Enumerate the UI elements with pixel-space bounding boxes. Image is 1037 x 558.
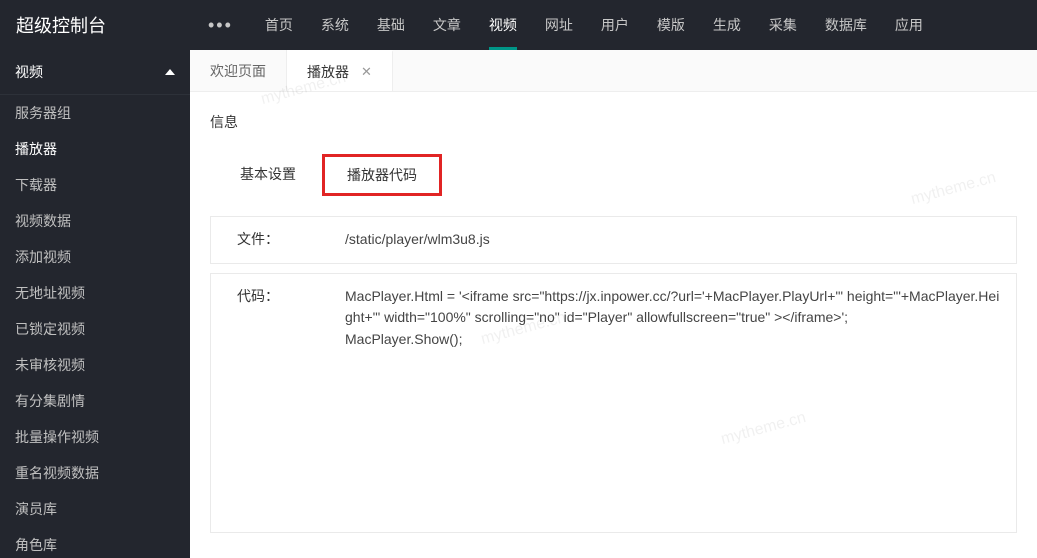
- content: 信息 基本设置 播放器代码 文件： /static/player/wlm3u8.…: [190, 92, 1037, 558]
- sidebar-item-7[interactable]: 未审核视频: [0, 347, 190, 383]
- sidebar-item-6[interactable]: 已锁定视频: [0, 311, 190, 347]
- file-value[interactable]: /static/player/wlm3u8.js: [331, 217, 1016, 263]
- content-tabs: 欢迎页面 播放器 ✕: [190, 50, 1037, 92]
- tab-basic-settings[interactable]: 基本设置: [224, 154, 312, 196]
- main: 欢迎页面 播放器 ✕ 信息 基本设置 播放器代码 文件： /static/playe…: [190, 50, 1037, 558]
- sidebar-group-label: 视频: [15, 62, 43, 82]
- sidebar-group-video[interactable]: 视频: [0, 50, 190, 95]
- sidebar-item-12[interactable]: 角色库: [0, 527, 190, 558]
- top-menu-item-2[interactable]: 基础: [363, 0, 419, 50]
- top-menu: 首页系统基础文章视频网址用户模版生成采集数据库应用: [251, 0, 937, 50]
- inner-tabs: 基本设置 播放器代码: [210, 154, 1017, 196]
- top-menu-item-3[interactable]: 文章: [419, 0, 475, 50]
- content-tab-label: 播放器: [307, 62, 349, 82]
- file-label: 文件：: [211, 217, 331, 263]
- sidebar-item-3[interactable]: 视频数据: [0, 203, 190, 239]
- top-menu-item-4[interactable]: 视频: [475, 0, 531, 50]
- code-row: 代码： MacPlayer.Html = '<iframe src="https…: [210, 273, 1017, 533]
- sidebar-item-1[interactable]: 播放器: [0, 131, 190, 167]
- sidebar-item-9[interactable]: 批量操作视频: [0, 419, 190, 455]
- sidebar-item-4[interactable]: 添加视频: [0, 239, 190, 275]
- code-value[interactable]: MacPlayer.Html = '<iframe src="https://j…: [331, 274, 1016, 363]
- top-menu-item-0[interactable]: 首页: [251, 0, 307, 50]
- code-label: 代码：: [211, 274, 331, 318]
- top-menu-item-7[interactable]: 模版: [643, 0, 699, 50]
- top-menu-item-1[interactable]: 系统: [307, 0, 363, 50]
- caret-up-icon: [165, 69, 175, 75]
- sidebar-item-11[interactable]: 演员库: [0, 491, 190, 527]
- logo: 超级控制台: [0, 12, 190, 38]
- top-menu-item-10[interactable]: 数据库: [811, 0, 881, 50]
- close-icon[interactable]: ✕: [361, 64, 372, 80]
- sidebar-item-8[interactable]: 有分集剧情: [0, 383, 190, 419]
- top-menu-item-6[interactable]: 用户: [587, 0, 643, 50]
- top-menu-item-9[interactable]: 采集: [755, 0, 811, 50]
- sidebar-item-5[interactable]: 无地址视频: [0, 275, 190, 311]
- sidebar-item-2[interactable]: 下载器: [0, 167, 190, 203]
- top-menu-item-8[interactable]: 生成: [699, 0, 755, 50]
- section-title: 信息: [210, 112, 1017, 132]
- sidebar-item-0[interactable]: 服务器组: [0, 95, 190, 131]
- content-tab-label: 欢迎页面: [210, 61, 266, 81]
- content-tab-1[interactable]: 播放器 ✕: [287, 50, 393, 91]
- topbar: 超级控制台 ••• 首页系统基础文章视频网址用户模版生成采集数据库应用: [0, 0, 1037, 50]
- top-menu-more[interactable]: •••: [190, 15, 251, 36]
- sidebar: 视频 服务器组播放器下载器视频数据添加视频无地址视频已锁定视频未审核视频有分集剧…: [0, 50, 190, 558]
- content-tab-0[interactable]: 欢迎页面: [190, 50, 287, 91]
- sidebar-item-10[interactable]: 重名视频数据: [0, 455, 190, 491]
- tab-player-code[interactable]: 播放器代码: [322, 154, 442, 196]
- file-row: 文件： /static/player/wlm3u8.js: [210, 216, 1017, 264]
- top-menu-item-5[interactable]: 网址: [531, 0, 587, 50]
- top-menu-item-11[interactable]: 应用: [881, 0, 937, 50]
